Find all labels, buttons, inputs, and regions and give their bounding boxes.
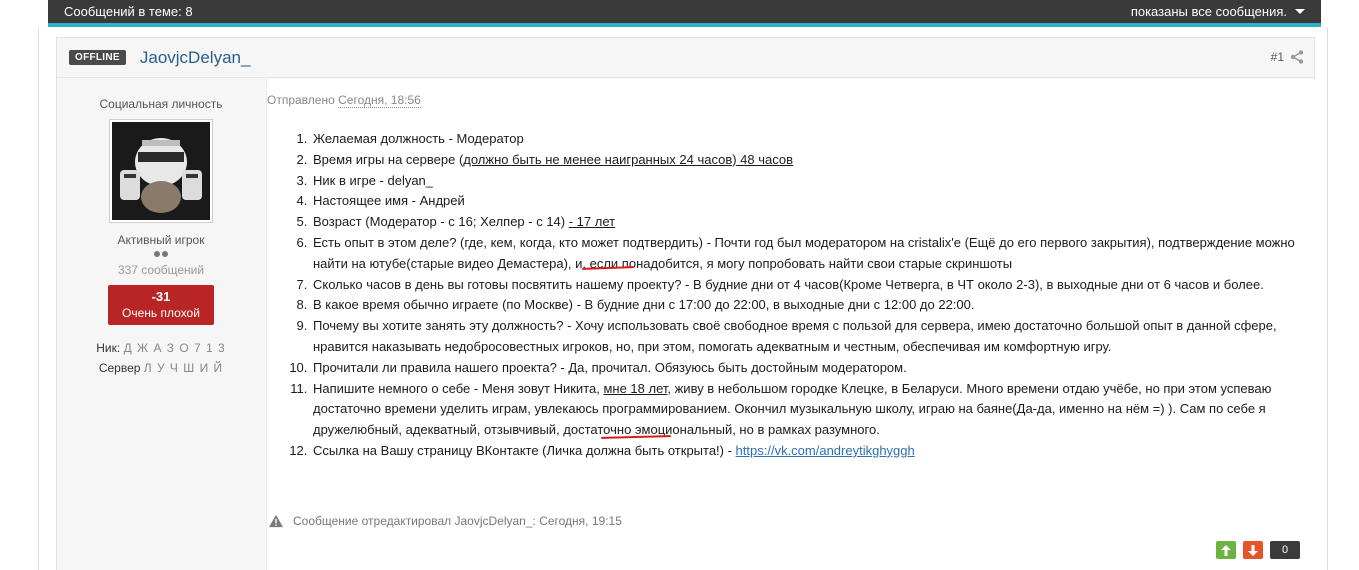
arrow-down-icon — [1248, 544, 1258, 556]
application-answers: Желаемая должность - Модератор Время игр… — [311, 129, 1301, 462]
post-filter-label: показаны все сообщения. — [1130, 4, 1287, 19]
vote-down-button[interactable] — [1243, 541, 1263, 559]
vk-profile-link[interactable]: https://vk.com/andreytikghyggh — [736, 443, 915, 458]
reputation-value: -31 — [151, 289, 171, 304]
list-item: Возраст (Модератор - с 16; Хелпер - с 14… — [311, 212, 1301, 233]
list-item: В какое время обычно играете (по Москве)… — [311, 295, 1301, 316]
posted-date-value: Сегодня, 18:56 — [338, 93, 421, 108]
post-filter-dropdown[interactable]: показаны все сообщения. — [1131, 4, 1305, 19]
share-icon[interactable] — [1290, 50, 1304, 64]
item-text: Напишите немного о себе - Меня зовут Ник… — [313, 380, 604, 396]
vote-up-button[interactable] — [1216, 541, 1236, 559]
arrow-up-icon — [1221, 544, 1231, 556]
list-item: Ссылка на Вашу страницу ВКонтакте (Личка… — [311, 441, 1301, 462]
reputation-badge: -31 Очень плохой — [108, 285, 214, 325]
item-text: Прочитали ли правила нашего проекта? - Д… — [313, 359, 907, 375]
posted-date: Отправлено Сегодня, 18:56 — [267, 93, 421, 108]
item-text: Есть опыт в этом деле? (где, кем, когда,… — [313, 234, 1295, 271]
author-username-link[interactable]: JaovjcDelyan_ — [140, 48, 251, 68]
list-item: Сколько часов в день вы готовы посвятить… — [311, 275, 1301, 296]
page-border-left — [38, 28, 39, 570]
post-body: Отправлено Сегодня, 18:56 Желаемая должн… — [266, 79, 1316, 570]
item-text-underlined: должно быть не менее наигранных 24 часов… — [463, 151, 794, 167]
author-panel: Социальная личность Активный игрок 337 с… — [57, 79, 265, 375]
item-text: Желаемая должность - Модератор — [313, 131, 524, 146]
server-value: Л У Ч Ш И Й — [143, 361, 224, 375]
list-item: Почему вы хотите занять эту должность? -… — [311, 316, 1301, 358]
post-number-link[interactable]: #1 — [1271, 50, 1284, 64]
item-text: Возраст (Модератор - с 16; Хелпер - с 14… — [313, 214, 569, 230]
list-item: Настоящее имя - Андрей — [311, 191, 1301, 212]
item-text-underlined: - 17 лет — [568, 214, 616, 230]
list-item: Прочитали ли правила нашего проекта? - Д… — [311, 358, 1301, 379]
post-votes: 0 — [1216, 541, 1300, 559]
posted-prefix: Отправлено — [267, 93, 335, 107]
reputation-label: Очень плохой — [122, 306, 200, 320]
author-field-nick: Ник: Д Ж А З О 7 1 3 — [57, 341, 265, 355]
avatar[interactable] — [109, 119, 213, 223]
author-post-count: 337 сообщений — [117, 263, 205, 277]
author-field-server: Сервер Л У Ч Ш И Й — [57, 361, 265, 375]
caret-down-icon — [1295, 9, 1305, 14]
posts-in-topic: Сообщений в теме: 8 — [64, 4, 193, 19]
warning-icon — [269, 514, 283, 528]
server-label: Сервер — [98, 361, 141, 375]
item-text: Почему вы хотите занять эту должность? -… — [313, 318, 1277, 354]
list-item: Желаемая должность - Модератор — [311, 129, 1301, 150]
item-text-underlined: мне 18 лет — [603, 380, 668, 396]
author-title: Социальная личность — [99, 97, 223, 111]
status-badge: OFFLINE — [69, 50, 126, 65]
avatar-image — [112, 122, 210, 220]
author-group: Активный игрок — [117, 233, 205, 247]
list-item: Ник в игре - delyan_ — [311, 171, 1301, 192]
list-item: Напишите немного о себе - Меня зовут Ник… — [311, 379, 1301, 441]
nick-value: Д Ж А З О 7 1 3 — [123, 341, 226, 355]
topic-bar: Сообщений в теме: 8 показаны все сообщен… — [48, 0, 1321, 27]
nick-label: Ник: — [96, 341, 121, 355]
post: OFFLINE JaovjcDelyan_ #1 Социальная личн… — [56, 37, 1316, 570]
vote-count: 0 — [1270, 541, 1300, 559]
page-border-right — [1327, 28, 1328, 570]
item-text: Время игры на сервере ( — [313, 151, 464, 167]
rank-pips — [57, 251, 265, 257]
item-text: Настоящее имя - Андрей — [313, 193, 465, 209]
item-text: Ссылка на Вашу страницу ВКонтакте (Личка… — [313, 442, 736, 458]
item-text: Сколько часов в день вы готовы посвятить… — [313, 276, 1264, 292]
list-item: Есть опыт в этом деле? (где, кем, когда,… — [311, 233, 1301, 275]
list-item: Время игры на сервере (должно быть не ме… — [311, 150, 1301, 171]
post-header: OFFLINE JaovjcDelyan_ #1 — [57, 38, 1314, 78]
edited-note-text: Сообщение отредактировал JaovjcDelyan_: … — [293, 514, 622, 528]
item-text: В какое время обычно играете (по Москве)… — [313, 297, 975, 313]
item-text: Ник в игре - delyan_ — [313, 172, 434, 188]
edited-note: Сообщение отредактировал JaovjcDelyan_: … — [267, 514, 622, 528]
